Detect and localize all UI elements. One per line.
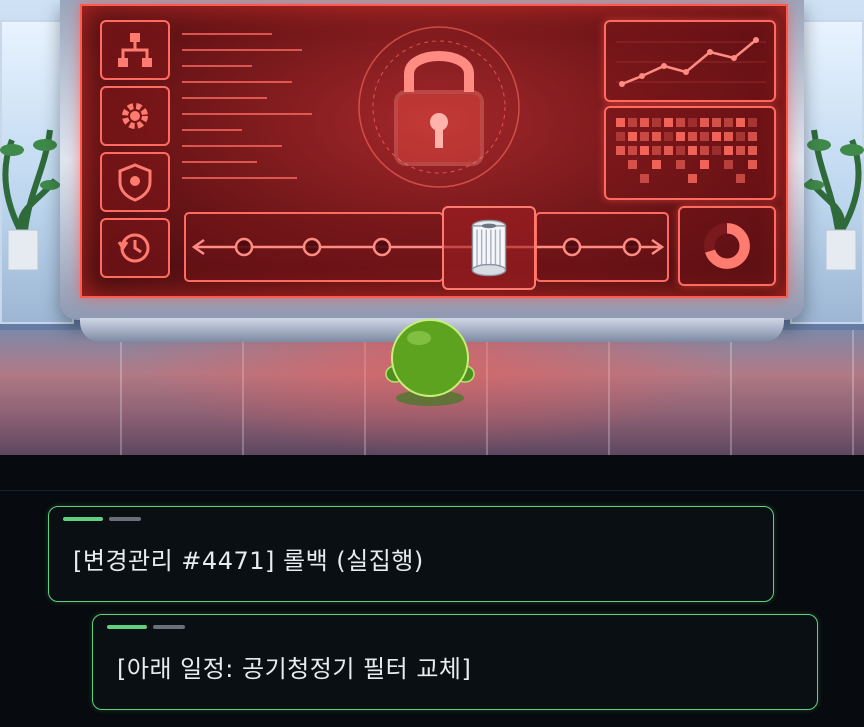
shield-icon — [100, 152, 170, 212]
dialogue-line-1: [변경관리 #4471] 롤백 (실집행) — [73, 547, 424, 575]
filter-cartridge-icon — [442, 206, 536, 290]
dialogue-box-2[interactable]: [아래 일정: 공기청정기 필터 교체] — [92, 614, 818, 710]
lock-icon — [358, 26, 520, 188]
speaker-tag-secondary — [153, 625, 185, 629]
rollback-timeline — [184, 212, 669, 282]
game-scene — [0, 0, 864, 455]
security-screen — [80, 4, 788, 298]
potted-plant-right — [804, 129, 864, 271]
speaker-tag-secondary — [109, 517, 141, 521]
green-slime-character — [385, 319, 475, 406]
screen-data-lines — [182, 33, 312, 179]
network-icon — [100, 20, 170, 80]
speaker-tag-accent — [107, 625, 147, 629]
history-icon — [100, 218, 170, 278]
dialogue-divider — [0, 490, 864, 491]
speaker-tag-accent — [63, 517, 103, 521]
dialogue-box-1[interactable]: [변경관리 #4471] 롤백 (실집행) — [48, 506, 774, 602]
potted-plant-left — [0, 129, 60, 271]
donut-chart-icon — [678, 206, 776, 286]
line-chart-icon — [604, 20, 776, 102]
heatmap-grid — [604, 106, 776, 200]
gear-icon — [100, 86, 170, 146]
dialogue-line-2: [아래 일정: 공기청정기 필터 교체] — [117, 655, 472, 683]
